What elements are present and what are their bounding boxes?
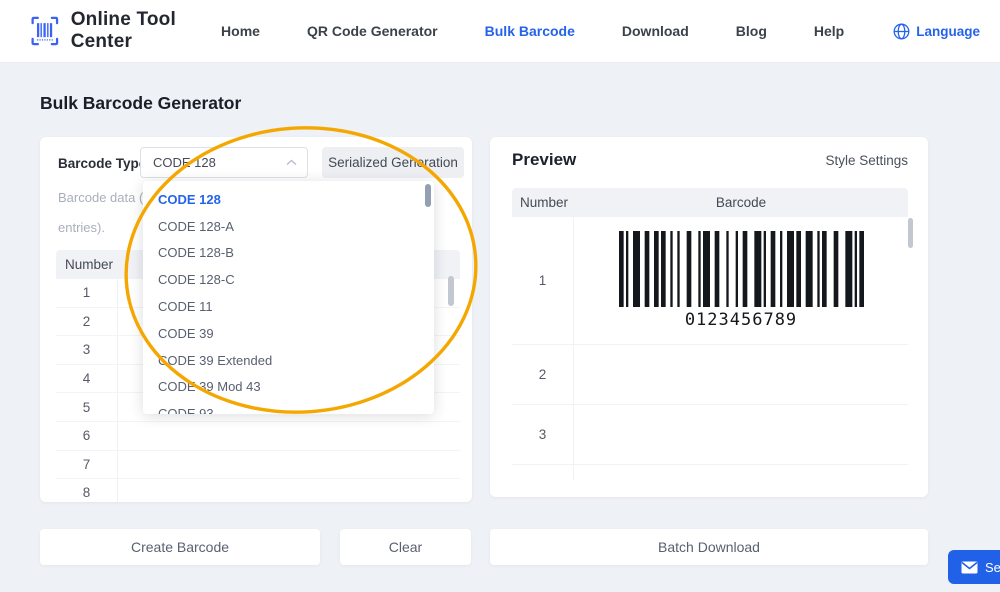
dropdown-option-code-39[interactable]: CODE 39 xyxy=(143,320,434,347)
globe-icon xyxy=(893,23,910,39)
style-settings-link[interactable]: Style Settings xyxy=(825,153,908,168)
dropdown-option-code-93[interactable]: CODE 93 xyxy=(143,400,434,414)
bulk-barcode-generator-page: Online Tool Center Home QR Code Generato… xyxy=(0,0,1000,592)
table-row[interactable]: 6 xyxy=(56,421,460,451)
dropdown-option-code-39-extended[interactable]: CODE 39 Extended xyxy=(143,347,434,374)
barcode-logo-icon xyxy=(31,16,59,46)
preview-row-number: 1 xyxy=(512,217,574,344)
barcode-bars xyxy=(618,231,864,307)
row-data-cell[interactable] xyxy=(118,422,460,450)
row-number: 7 xyxy=(56,450,118,479)
preview-barcode-cell: 0123456789 xyxy=(574,217,908,344)
data-table-scrollbar[interactable] xyxy=(448,276,454,306)
preview-row: 3 xyxy=(512,405,908,465)
barcode-type-select[interactable]: CODE 128 xyxy=(140,147,308,178)
table-row[interactable]: 8 xyxy=(56,479,460,502)
row-number: 5 xyxy=(56,393,118,421)
barcode-image: 0123456789 xyxy=(618,231,864,330)
main-nav: Home QR Code Generator Bulk Barcode Down… xyxy=(221,23,980,40)
preview-barcode-cell xyxy=(574,345,908,404)
dropdown-option-code-128-c[interactable]: CODE 128-C xyxy=(143,266,434,293)
preview-row: 2 xyxy=(512,345,908,405)
barcode-data-placeholder-line1: Barcode data (o xyxy=(58,190,151,205)
row-number: 6 xyxy=(56,421,118,450)
row-number: 2 xyxy=(56,307,118,336)
preview-row-number: 2 xyxy=(512,345,574,404)
preview-title: Preview xyxy=(512,150,577,169)
barcode-value-text: 0123456789 xyxy=(684,310,798,330)
brand-logo[interactable]: Online Tool Center xyxy=(30,9,221,53)
brand-name: Online Tool Center xyxy=(70,9,176,52)
nav-item-download[interactable]: Download xyxy=(622,23,689,39)
language-label: Language xyxy=(916,23,980,39)
dropdown-option-code-128-a[interactable]: CODE 128-A xyxy=(143,213,434,240)
preview-row-number: 3 xyxy=(512,405,574,464)
language-selector[interactable]: Language xyxy=(893,23,980,40)
barcode-type-value: CODE 128 xyxy=(153,155,216,170)
row-number: 4 xyxy=(56,364,118,393)
preview-barcode-header: Barcode xyxy=(715,195,767,210)
nav-item-home[interactable]: Home xyxy=(221,23,260,39)
preview-row xyxy=(512,465,908,480)
row-data-cell[interactable] xyxy=(118,479,460,502)
create-barcode-button[interactable]: Create Barcode xyxy=(40,529,320,565)
nav-item-blog[interactable]: Blog xyxy=(736,23,767,39)
preview-row-number xyxy=(512,465,574,480)
row-number: 3 xyxy=(56,336,118,364)
barcode-data-placeholder-line2: entries). xyxy=(58,220,105,235)
number-column-header: Number xyxy=(65,257,114,272)
batch-download-button[interactable]: Batch Download xyxy=(490,529,928,565)
barcode-type-dropdown: CODE 128 CODE 128-A CODE 128-B CODE 128-… xyxy=(143,181,434,414)
preview-panel: Preview Style Settings Number Barcode 1 … xyxy=(490,137,928,497)
dropdown-option-code-11[interactable]: CODE 11 xyxy=(143,293,434,320)
table-row[interactable]: 7 xyxy=(56,450,460,480)
preview-table-scrollbar[interactable] xyxy=(908,218,913,248)
feedback-button[interactable]: Ser xyxy=(948,550,1000,584)
preview-barcode-cell xyxy=(574,465,908,480)
feedback-label: Ser xyxy=(985,559,1000,575)
clear-button[interactable]: Clear xyxy=(340,529,471,565)
preview-barcode-cell xyxy=(574,405,908,464)
dropdown-scrollbar[interactable] xyxy=(425,184,431,207)
dropdown-option-code-128[interactable]: CODE 128 xyxy=(143,186,434,213)
top-navigation-bar: Online Tool Center Home QR Code Generato… xyxy=(0,0,1000,63)
nav-item-bulk-barcode[interactable]: Bulk Barcode xyxy=(485,23,575,39)
dropdown-option-code-128-b[interactable]: CODE 128-B xyxy=(143,240,434,267)
preview-table: Number Barcode 1 0123456789 2 3 xyxy=(512,188,908,480)
preview-number-header: Number xyxy=(520,195,569,210)
nav-item-help[interactable]: Help xyxy=(814,23,844,39)
page-title: Bulk Barcode Generator xyxy=(40,93,242,113)
row-data-cell[interactable] xyxy=(118,451,460,479)
row-number: 1 xyxy=(56,279,118,307)
preview-table-header: Number Barcode xyxy=(512,188,908,217)
nav-item-qr-code-generator[interactable]: QR Code Generator xyxy=(307,23,438,39)
barcode-type-label: Barcode Type xyxy=(58,156,147,171)
chevron-up-icon xyxy=(286,159,297,166)
envelope-icon xyxy=(961,561,978,573)
row-number: 8 xyxy=(56,479,118,502)
preview-row: 1 0123456789 xyxy=(512,217,908,345)
dropdown-option-code-39-mod-43[interactable]: CODE 39 Mod 43 xyxy=(143,374,434,401)
serialized-generation-button[interactable]: Serialized Generation xyxy=(322,147,464,178)
